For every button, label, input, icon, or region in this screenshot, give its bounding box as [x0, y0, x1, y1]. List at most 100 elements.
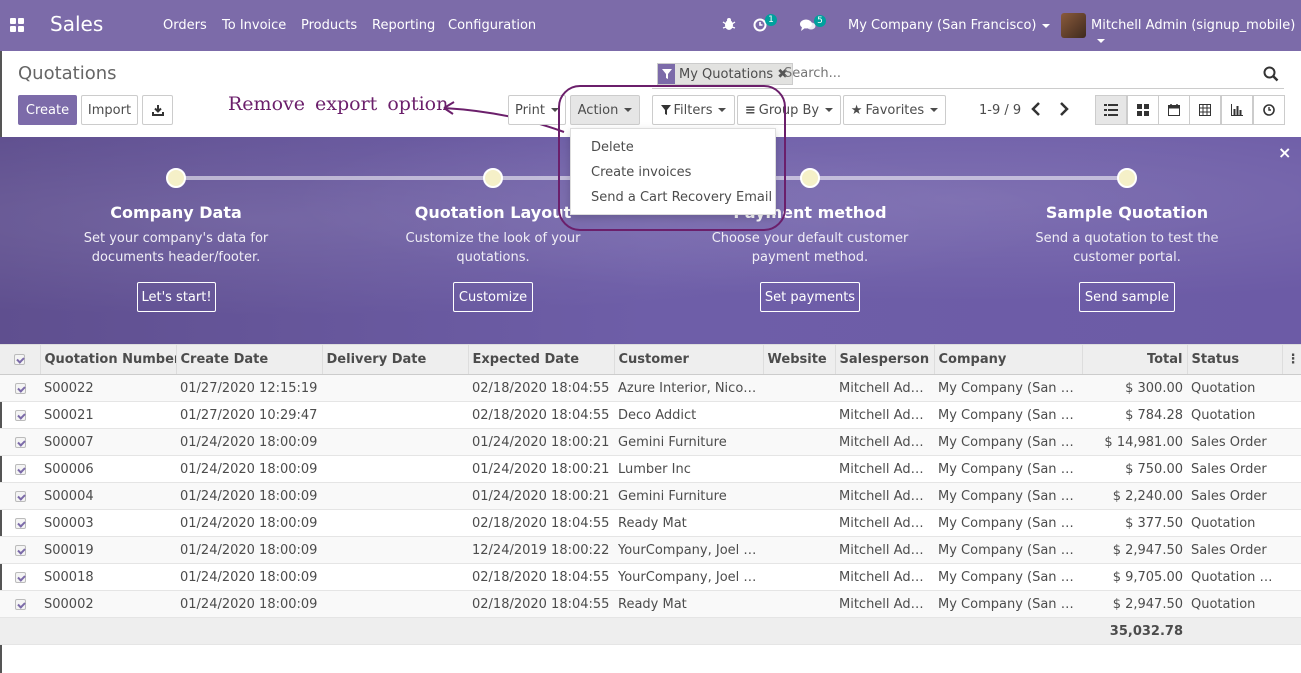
cell-customer: Gemini Furniture	[614, 482, 763, 510]
step-title: Company Data	[110, 203, 242, 222]
row-checkbox[interactable]	[0, 536, 40, 564]
menu-configuration[interactable]: Configuration	[448, 18, 536, 33]
avatar[interactable]	[1061, 13, 1086, 38]
table-row[interactable]: S00002 01/24/2020 18:00:09 02/18/2020 18:0…	[0, 590, 1301, 618]
column-header[interactable]: Salesperson	[835, 344, 935, 375]
pivot-view-icon	[1199, 104, 1211, 116]
column-header[interactable]: Customer	[614, 344, 764, 375]
cell-status: Sales Order	[1187, 428, 1282, 456]
graph-view-button[interactable]	[1221, 95, 1253, 125]
cell-create: 01/27/2020 10:29:47	[176, 401, 322, 429]
cell-total: $ 377.50	[1082, 509, 1187, 537]
page-title: Quotations	[18, 63, 117, 84]
row-checkbox[interactable]	[0, 563, 40, 591]
menu-to-invoice[interactable]: To Invoice	[222, 18, 286, 33]
cell-website	[763, 590, 835, 618]
step-button-layout[interactable]: Customize	[453, 282, 533, 312]
import-button[interactable]: Import	[81, 95, 138, 125]
table-row[interactable]: S00003 01/24/2020 18:00:09 02/18/2020 18:0…	[0, 509, 1301, 537]
cell-status: Sales Order	[1187, 455, 1282, 483]
column-header[interactable]: Delivery Date	[322, 344, 469, 375]
cell-delivery	[322, 401, 468, 429]
close-icon[interactable]: ×	[1278, 143, 1291, 162]
cell-number: S00019	[40, 536, 176, 564]
activity-badge: 1	[765, 14, 777, 26]
table-row[interactable]: S00019 01/24/2020 18:00:09 12/24/2019 18:0…	[0, 536, 1301, 564]
row-checkbox[interactable]	[0, 401, 40, 429]
menu-orders[interactable]: Orders	[163, 18, 207, 33]
graph-view-icon	[1231, 104, 1243, 116]
calendar-view-button[interactable]	[1158, 95, 1190, 125]
annotation-highlight	[558, 85, 786, 231]
cell-status: Quotation	[1187, 401, 1282, 429]
column-options-icon[interactable]: ⋮	[1282, 344, 1301, 375]
cell-total: $ 9,705.00	[1082, 563, 1187, 591]
search-icon[interactable]	[1263, 66, 1279, 86]
row-checkbox[interactable]	[0, 428, 40, 456]
list-view-button[interactable]	[1095, 95, 1127, 125]
step-title: Sample Quotation	[1045, 203, 1209, 222]
user-name: Mitchell Admin (signup_mobile)	[1091, 18, 1296, 33]
table-row[interactable]: S00022 01/27/2020 12:15:19 02/18/2020 18:0…	[0, 374, 1301, 402]
column-header[interactable]: Expected Date	[468, 344, 615, 375]
column-header[interactable]: Website	[763, 344, 836, 375]
bug-icon[interactable]	[722, 17, 736, 35]
step-description-line: Send a quotation to test the	[1035, 231, 1219, 246]
messages-badge: 5	[814, 15, 826, 27]
step-button-payment[interactable]: Set payments	[760, 282, 860, 312]
cell-company: My Company (San Francisco)	[934, 509, 1082, 537]
row-checkbox[interactable]	[0, 374, 40, 402]
table-row[interactable]: S00004 01/24/2020 18:00:09 01/24/2020 18:0…	[0, 482, 1301, 510]
pivot-view-button[interactable]	[1189, 95, 1221, 125]
menu-products[interactable]: Products	[301, 18, 357, 33]
column-header[interactable]: Quotation Number	[40, 344, 177, 375]
chat-icon[interactable]: 5	[800, 15, 826, 36]
kanban-view-button[interactable]	[1127, 95, 1159, 125]
pager-next[interactable]	[1059, 102, 1069, 120]
row-checkbox[interactable]	[0, 455, 40, 483]
menu-reporting[interactable]: Reporting	[372, 18, 435, 33]
step-dot	[166, 168, 186, 188]
table-row[interactable]: S00007 01/24/2020 18:00:09 01/24/2020 18:0…	[0, 428, 1301, 456]
apps-icon[interactable]	[10, 18, 24, 32]
table-row[interactable]: S00021 01/27/2020 10:29:47 02/18/2020 18:0…	[0, 401, 1301, 429]
search-facet[interactable]: My Quotations ✖	[657, 63, 794, 85]
row-checkbox[interactable]	[0, 509, 40, 537]
pager-value[interactable]: 1-9 / 9	[979, 103, 1021, 118]
download-button[interactable]	[142, 95, 173, 125]
chevron-down-icon	[1042, 23, 1051, 28]
column-header[interactable]: Create Date	[176, 344, 323, 375]
app-brand[interactable]: Sales	[50, 12, 103, 36]
cell-expected: 02/18/2020 18:04:55	[468, 590, 614, 618]
cell-salesperson: Mitchell Admin	[835, 563, 934, 591]
search-input[interactable]	[784, 66, 1254, 81]
cell-salesperson: Mitchell Admin	[835, 536, 934, 564]
table-row[interactable]: S00018 01/24/2020 18:00:09 02/18/2020 18:0…	[0, 563, 1301, 591]
download-icon	[151, 105, 164, 116]
cell-website	[763, 428, 835, 456]
cell-expected: 02/18/2020 18:04:55	[468, 563, 614, 591]
cell-customer: Deco Addict	[614, 401, 763, 429]
chevron-left-icon	[1031, 102, 1040, 116]
cell-status: Quotation	[1187, 509, 1282, 537]
row-checkbox[interactable]	[0, 590, 40, 618]
step-button-company[interactable]: Let's start!	[137, 282, 216, 312]
table-row[interactable]: S00006 01/24/2020 18:00:09 01/24/2020 18:0…	[0, 455, 1301, 483]
column-header[interactable]: Total	[1082, 344, 1188, 375]
create-button[interactable]: Create	[18, 95, 77, 125]
cell-company: My Company (San Francisco)	[934, 374, 1082, 402]
step-dot	[483, 168, 503, 188]
activity-view-button[interactable]	[1253, 95, 1285, 125]
favorites-button[interactable]: ★ Favorites	[843, 95, 946, 125]
activity-icon[interactable]: 1	[753, 14, 777, 36]
row-checkbox[interactable]	[0, 482, 40, 510]
column-header[interactable]: Company	[934, 344, 1083, 375]
pager-previous[interactable]	[1031, 102, 1041, 120]
cell-delivery	[322, 374, 468, 402]
company-switcher[interactable]: My Company (San Francisco)	[848, 18, 1051, 33]
column-header[interactable]: Status	[1187, 344, 1283, 375]
step-button-sample[interactable]: Send sample	[1079, 282, 1175, 312]
user-menu[interactable]: Mitchell Admin (signup_mobile)	[1091, 18, 1301, 48]
select-all-checkbox[interactable]	[0, 344, 41, 375]
row-spacer	[1282, 374, 1301, 402]
